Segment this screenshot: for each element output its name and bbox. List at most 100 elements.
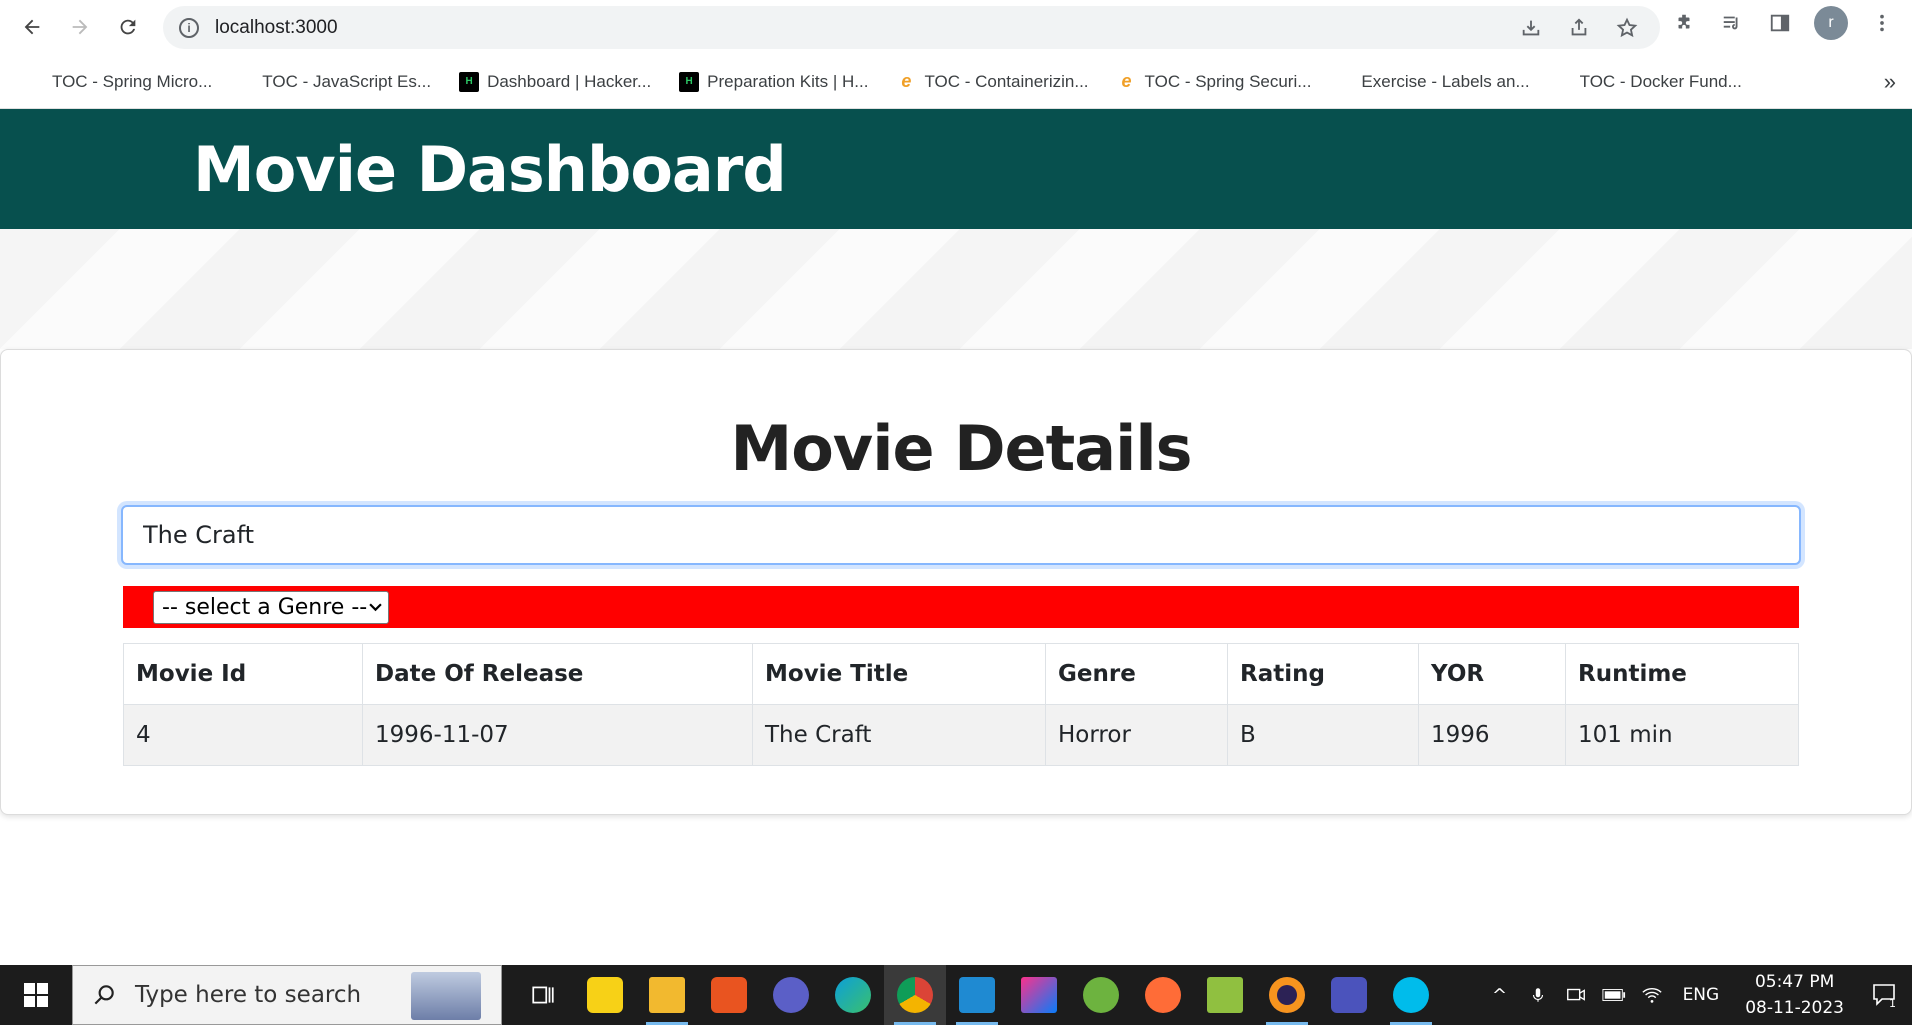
teams-icon[interactable] <box>760 965 822 1025</box>
search-input[interactable] <box>121 505 1801 565</box>
eclipse-icon[interactable] <box>1256 965 1318 1025</box>
intellij-icon[interactable] <box>1008 965 1070 1025</box>
url-text[interactable]: localhost:3000 <box>215 17 338 39</box>
address-bar[interactable]: i localhost:3000 <box>163 6 1660 49</box>
forward-icon[interactable] <box>62 9 98 45</box>
genre-select[interactable]: -- select a Genre -- <box>153 591 389 624</box>
bookmark-item[interactable]: TOC - Docker Fund... <box>1558 72 1742 92</box>
chevron-up-icon[interactable]: ^ <box>1481 965 1519 1025</box>
chrome-icon[interactable] <box>884 965 946 1025</box>
reload-icon[interactable] <box>110 9 146 45</box>
table-row: 4 1996-11-07 The Craft Horror B 1996 101… <box>123 704 1799 766</box>
table-cell: The Craft <box>752 704 1046 766</box>
column-header: Runtime <box>1565 643 1799 705</box>
blank-favicon-icon <box>1339 72 1353 92</box>
movies-table: Movie Id Date Of Release Movie Title Gen… <box>123 643 1799 766</box>
taskbar-apps <box>512 965 1442 1025</box>
windows-logo-icon <box>24 983 48 1007</box>
bookmark-item[interactable]: H Preparation Kits | H... <box>679 71 869 92</box>
notepad-plus-icon[interactable] <box>1194 965 1256 1025</box>
bookmark-label: Dashboard | Hacker... <box>487 71 652 91</box>
system-tray: ^ ENG 05:47 PM 08-11-2023 1 <box>1481 965 1912 1025</box>
share-icon[interactable] <box>1566 15 1592 41</box>
postman-icon[interactable] <box>1132 965 1194 1025</box>
blank-favicon-icon <box>30 72 44 92</box>
bookmark-star-icon[interactable] <box>1614 15 1640 41</box>
table-cell: 1996-11-07 <box>362 704 753 766</box>
profile-avatar[interactable]: r <box>1814 6 1848 40</box>
bookmark-label: TOC - Containerizin... <box>924 71 1089 91</box>
column-header: Movie Title <box>752 643 1046 705</box>
start-button[interactable] <box>0 965 72 1025</box>
edureka-icon: e <box>901 71 912 91</box>
ubuntu-icon[interactable] <box>698 965 760 1025</box>
task-view-icon[interactable] <box>512 965 574 1025</box>
search-icon <box>94 985 114 1005</box>
genre-filter-bar: -- select a Genre -- <box>123 586 1799 628</box>
table-cell: B <box>1227 704 1419 766</box>
genre-select-label: -- select a Genre -- <box>162 595 368 620</box>
edureka-icon: e <box>1121 71 1132 91</box>
site-info-icon[interactable]: i <box>179 17 199 38</box>
app-header: Movie Dashboard <box>0 109 1912 229</box>
card-title: Movie Details <box>730 412 1193 485</box>
clock[interactable]: 05:47 PM 08-11-2023 <box>1731 969 1858 1021</box>
windows-taskbar: Type here to search ^ ENG 05:47 PM 08-11… <box>0 965 1912 1025</box>
side-panel-icon[interactable] <box>1766 9 1794 37</box>
hackerrank-icon: H <box>679 71 700 92</box>
column-header: Movie Id <box>123 643 363 705</box>
bookmark-item[interactable]: H Dashboard | Hacker... <box>459 71 652 92</box>
microphone-icon[interactable] <box>1519 965 1557 1025</box>
background-pattern <box>0 229 1912 349</box>
bookmarks-overflow-icon[interactable]: » <box>1884 69 1896 95</box>
bookmark-label: TOC - JavaScript Es... <box>262 71 432 91</box>
chevron-down-icon <box>369 600 382 616</box>
browser-toolbar: i localhost:3000 r <box>0 0 1912 55</box>
bookmark-item[interactable]: e TOC - Containerizin... <box>896 71 1089 92</box>
bookmark-item[interactable]: e TOC - Spring Securi... <box>1117 71 1312 92</box>
column-header: Date Of Release <box>362 643 753 705</box>
movie-details-card: Movie Details -- select a Genre -- Movie… <box>0 349 1912 815</box>
search-highlight-image <box>411 972 481 1020</box>
column-header: YOR <box>1418 643 1566 705</box>
blank-favicon-icon <box>240 72 254 92</box>
vscode-icon[interactable] <box>946 965 1008 1025</box>
table-cell: 1996 <box>1418 704 1566 766</box>
table-cell: 101 min <box>1565 704 1799 766</box>
table-header-row: Movie Id Date Of Release Movie Title Gen… <box>123 643 1799 705</box>
bookmark-label: TOC - Docker Fund... <box>1579 71 1742 91</box>
bookmark-item[interactable]: TOC - JavaScript Es... <box>240 72 431 92</box>
column-header: Genre <box>1045 643 1228 705</box>
hackerrank-icon: H <box>459 71 480 92</box>
bookmarks-bar: TOC - Spring Micro... TOC - JavaScript E… <box>0 55 1912 109</box>
more-menu-icon[interactable] <box>1868 9 1896 37</box>
spring-tools-icon[interactable] <box>1070 965 1132 1025</box>
language-indicator[interactable]: ENG <box>1671 985 1732 1005</box>
sticky-notes-icon[interactable] <box>574 965 636 1025</box>
app-title: Movie Dashboard <box>193 133 787 206</box>
battery-icon[interactable] <box>1595 965 1633 1025</box>
bookmark-label: TOC - Spring Securi... <box>1144 71 1312 91</box>
clock-time: 05:47 PM <box>1754 972 1835 992</box>
clock-date: 08-11-2023 <box>1745 998 1844 1018</box>
table-cell: Horror <box>1045 704 1228 766</box>
teams-classic-icon[interactable] <box>1318 965 1380 1025</box>
bookmark-label: TOC - Spring Micro... <box>52 71 213 91</box>
notification-count: 1 <box>1889 997 1896 1009</box>
bookmark-item[interactable]: TOC - Spring Micro... <box>30 72 212 92</box>
wifi-icon[interactable] <box>1633 965 1671 1025</box>
meet-now-icon[interactable] <box>1557 965 1595 1025</box>
edge-icon[interactable] <box>822 965 884 1025</box>
taskbar-search-box[interactable]: Type here to search <box>72 965 502 1025</box>
file-explorer-icon[interactable] <box>636 965 698 1025</box>
bookmark-item[interactable]: Exercise - Labels an... <box>1339 72 1529 92</box>
media-controls-icon[interactable] <box>1718 9 1746 37</box>
blank-favicon-icon <box>1558 72 1572 92</box>
notification-center-icon[interactable]: 1 <box>1858 965 1912 1025</box>
install-icon[interactable] <box>1518 15 1544 41</box>
extensions-icon[interactable] <box>1670 9 1698 37</box>
back-icon[interactable] <box>14 9 50 45</box>
bookmark-label: Preparation Kits | H... <box>707 71 869 91</box>
taskbar-search-placeholder: Type here to search <box>135 982 362 1008</box>
webex-icon[interactable] <box>1380 965 1442 1025</box>
